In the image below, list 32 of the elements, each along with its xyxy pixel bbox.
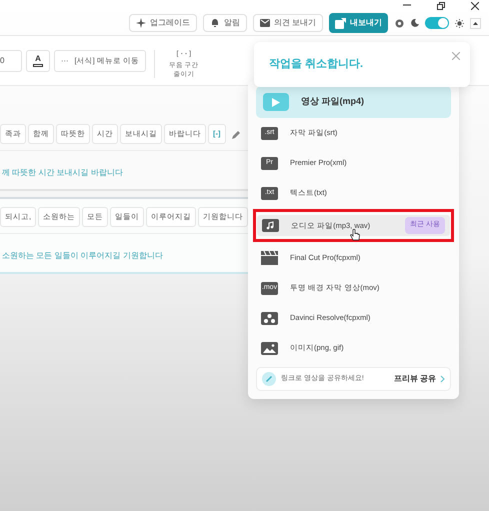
caret-up-icon [473,22,478,24]
subtitle-text: 소원하는 모든 일들이 이루어지길 기원합니다 [2,251,163,260]
sun-icon [455,18,464,28]
toolbar-button[interactable]: 의견 보내기 [252,14,323,32]
bell-icon [210,18,220,28]
minimize-icon[interactable] [403,2,411,8]
toolbar-button[interactable]: 알림 [202,14,247,32]
settings-icon[interactable] [394,18,405,28]
close-icon[interactable] [471,2,479,10]
clapperboard-icon [261,251,278,265]
music-note-icon [262,219,279,232]
toolbar-button[interactable]: 업그레이드 [128,14,197,32]
toolbar-button[interactable]: 내보내기 [329,13,388,33]
preview-share-link[interactable]: 프리뷰 공유 [394,373,445,385]
size-dropdown[interactable]: 0 [0,50,22,72]
subtitle-text: 께 따뜻한 시간 보내시길 바랍니다 [2,168,123,177]
play-icon [263,93,289,111]
restore-icon[interactable] [437,2,445,10]
pencil-icon[interactable] [232,130,240,138]
moon-icon [411,19,419,27]
toast-message: 작업을 취소합니다. [269,57,364,72]
text-color-button[interactable]: A [26,50,50,72]
theme-toggle[interactable] [425,17,449,29]
mail-icon [260,19,270,27]
export-icon [335,18,346,28]
collapse-button[interactable] [470,18,481,28]
hand-cursor-icon [350,229,360,242]
sparkle-icon [136,18,146,28]
image-icon [261,342,278,354]
chevron-right-icon [440,375,445,383]
export-option[interactable]: 영상 파일(mp4) [256,86,451,118]
nodes-icon [261,312,278,324]
